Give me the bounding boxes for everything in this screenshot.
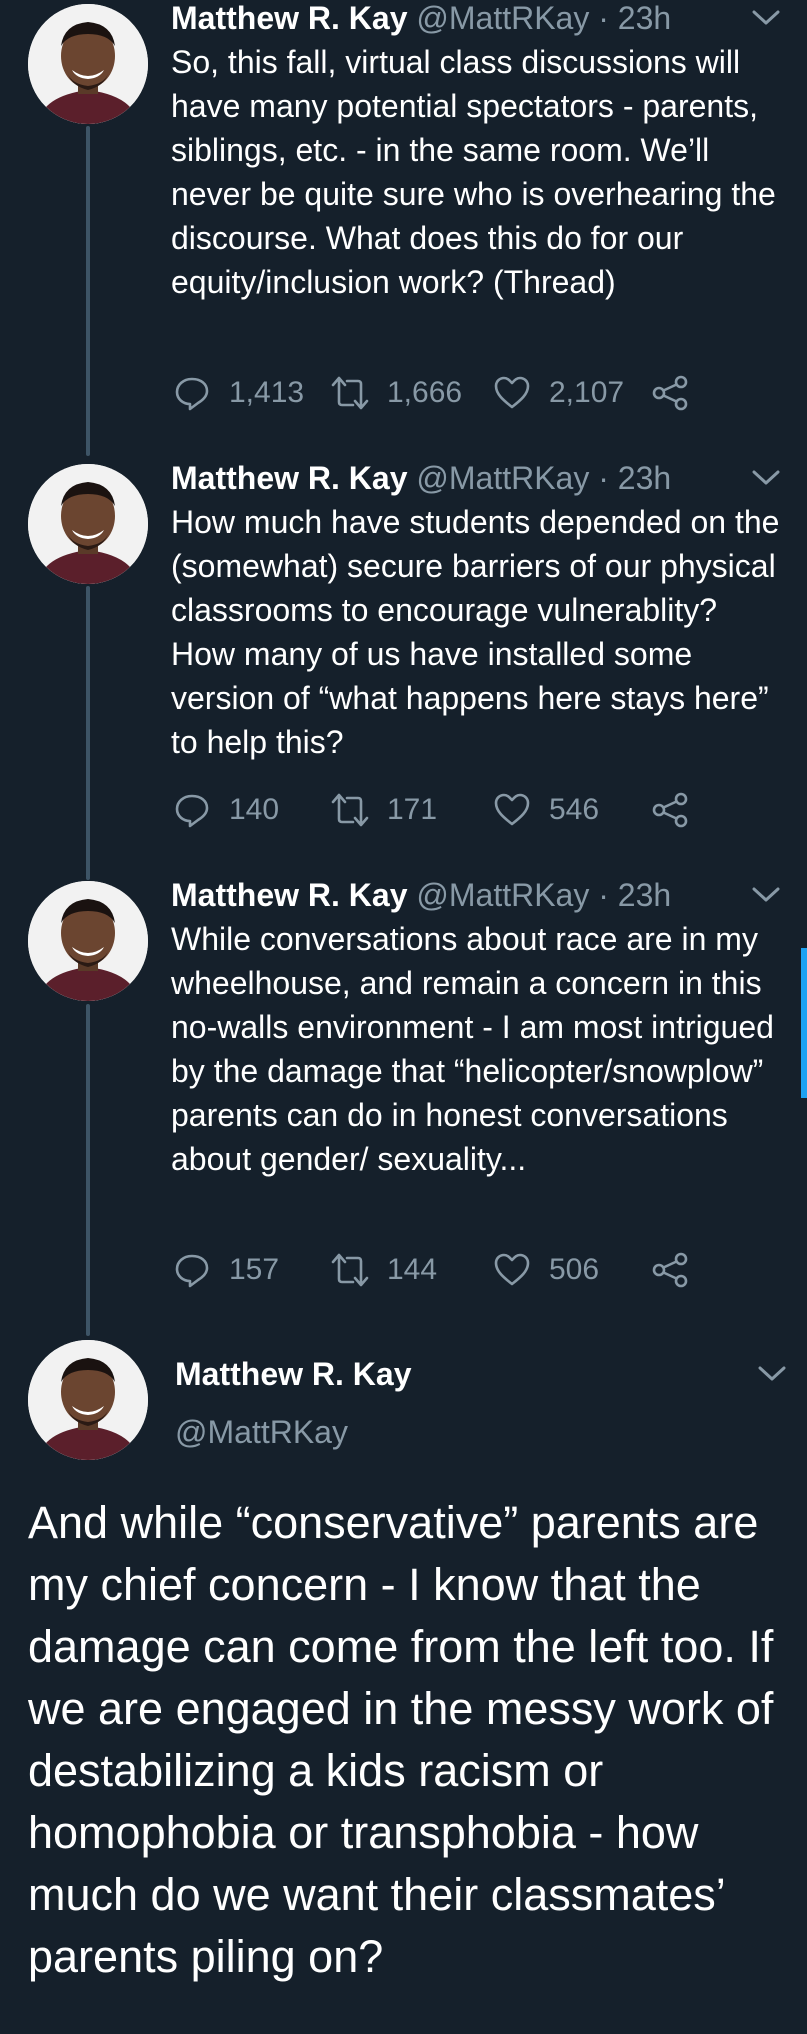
reply-button[interactable]: 157 [173, 1248, 279, 1292]
heart-icon [494, 376, 530, 409]
chevron-down-icon[interactable] [751, 468, 781, 488]
retweet-icon [331, 793, 369, 827]
retweet-count: 171 [387, 793, 438, 826]
heart-icon [494, 793, 530, 826]
reply-button[interactable]: 140 [173, 788, 279, 832]
tweet-text: How much have students depended on the (… [171, 504, 789, 760]
like-button[interactable]: 2,107 [493, 371, 624, 415]
retweet-button[interactable]: 1,666 [331, 371, 462, 415]
tweet-header: Matthew R. Kay @MattRKay · 23h [171, 876, 787, 914]
retweet-count: 144 [387, 1253, 438, 1286]
share-icon [652, 1252, 688, 1288]
reply-icon [175, 377, 209, 411]
author-name[interactable]: Matthew R. Kay [171, 460, 407, 496]
retweet-icon [331, 1253, 369, 1287]
retweet-icon [331, 376, 369, 410]
share-icon [652, 375, 688, 411]
share-button[interactable] [651, 371, 707, 415]
heart-icon [494, 1253, 530, 1286]
retweet-button[interactable]: 144 [331, 1248, 437, 1292]
reply-icon [175, 794, 209, 828]
author-handle[interactable]: @MattRKay [175, 1412, 348, 1452]
share-button[interactable] [651, 788, 707, 832]
thread-connector-line [86, 126, 90, 456]
avatar[interactable] [28, 881, 148, 1001]
author-name[interactable]: Matthew R. Kay [171, 0, 407, 36]
like-count: 506 [549, 1253, 600, 1286]
tweet-text: While conversations about race are in my… [171, 921, 783, 1177]
reply-icon [175, 1254, 209, 1288]
avatar[interactable] [28, 4, 148, 124]
handle-and-time: @MattRKay · 23h [416, 460, 672, 496]
handle-and-time: @MattRKay · 23h [416, 0, 672, 36]
tweet-header: Matthew R. Kay @MattRKay · 23h [171, 459, 787, 497]
focused-tweet-text: And while “conservative” parents are my … [28, 1497, 774, 1982]
retweet-count: 1,666 [387, 376, 463, 409]
like-button[interactable]: 546 [493, 788, 599, 832]
retweet-button[interactable]: 171 [331, 788, 437, 832]
reply-count: 140 [229, 793, 280, 826]
like-count: 2,107 [549, 376, 625, 409]
chevron-down-icon[interactable] [751, 8, 781, 28]
avatar[interactable] [28, 1340, 148, 1460]
reply-count: 1,413 [229, 376, 305, 409]
tweet-actions: 157 144 506 [171, 1248, 691, 1292]
chevron-down-icon[interactable] [751, 885, 781, 905]
author-name[interactable]: Matthew R. Kay [171, 877, 407, 913]
author-name[interactable]: Matthew R. Kay [175, 1354, 411, 1394]
avatar[interactable] [28, 464, 148, 584]
like-button[interactable]: 506 [493, 1248, 599, 1292]
reply-button[interactable]: 1,413 [173, 371, 304, 415]
like-count: 546 [549, 793, 600, 826]
scrollbar[interactable] [801, 948, 807, 1098]
thread-connector-line [86, 1004, 90, 1336]
thread-connector-line [86, 586, 90, 880]
share-icon [652, 792, 688, 828]
reply-count: 157 [229, 1253, 280, 1286]
tweet-header: Matthew R. Kay @MattRKay · 23h [171, 0, 787, 37]
handle-and-time: @MattRKay · 23h [416, 877, 672, 913]
tweet-text: So, this fall, virtual class discussions… [171, 44, 785, 300]
share-button[interactable] [651, 1248, 707, 1292]
chevron-down-icon[interactable] [757, 1364, 787, 1384]
tweet-actions: 1,413 1,666 2,107 [171, 371, 691, 415]
tweet-actions: 140 171 546 [171, 788, 691, 832]
